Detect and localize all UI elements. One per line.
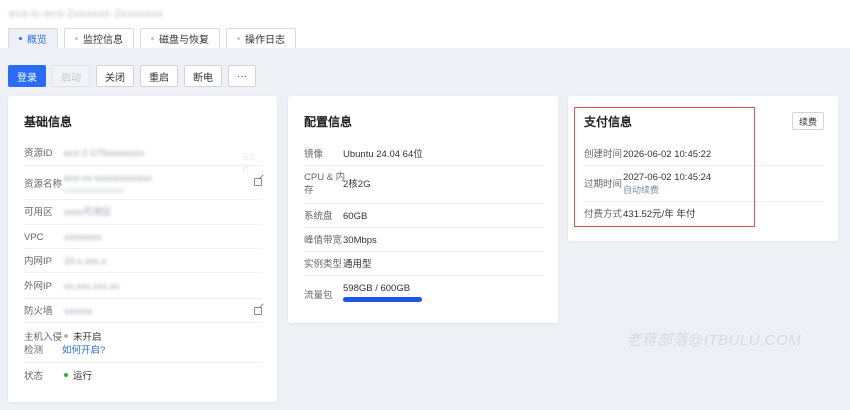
bandwidth-row: 峰值带宽 30Mbps: [304, 228, 544, 252]
system-disk-value: 60GB: [343, 211, 368, 222]
config-info-title: 配置信息: [304, 115, 353, 129]
state-value: 运行: [64, 370, 92, 383]
private-ip-label: 内网IP: [24, 256, 52, 267]
tab-operation-log[interactable]: 操作日志: [226, 28, 296, 48]
tab-label: 操作日志: [245, 35, 285, 46]
more-button[interactable]: ···: [228, 65, 256, 87]
public-ip-row: 外网IP xx.xxx.xxx.xx: [24, 273, 262, 299]
cpu-mem-label-line2: 存: [304, 185, 314, 196]
basic-info-title: 基础信息: [24, 115, 73, 129]
resource-name-sub: xxxxxxxxxxxxxxx: [64, 186, 124, 195]
action-toolbar: 登录 启动 关闭 重启 断电 ···: [8, 65, 262, 87]
instance-type-value: 通用型: [343, 259, 372, 270]
power-off-button[interactable]: 断电: [184, 65, 222, 87]
tab-label: 磁盘与恢复: [159, 35, 209, 46]
zone-row: 可用区 xxxx可用区: [24, 200, 262, 225]
tab-label: 概览: [27, 35, 47, 46]
tab-dot-icon: [151, 37, 154, 40]
cpu-mem-label-line1: CPU & 内: [304, 172, 346, 183]
state-row: 状态 运行: [24, 363, 262, 387]
firewall-value: xxxxxx: [64, 306, 93, 317]
tab-dot-icon: [75, 37, 78, 40]
basic-info-card: 基础信息 资源ID ecs-2-175xxxxxxxx 云主机 资源名称 ecs…: [8, 96, 277, 402]
page-title: ecs-lc-ecs-2xxxxxx-2xxxxxxx: [9, 8, 164, 20]
tab-disk-restore[interactable]: 磁盘与恢复: [140, 28, 220, 48]
cpu-mem-row: CPU & 内 存 2核2G: [304, 166, 544, 204]
intrusion-label-line2: 检测: [24, 345, 44, 356]
status-dot-icon: [64, 373, 68, 378]
tab-dot-icon: [19, 37, 22, 40]
firewall-row: 防火墙 xxxxxx: [24, 299, 262, 323]
restart-button[interactable]: 重启: [140, 65, 178, 87]
firewall-label: 防火墙: [24, 306, 53, 317]
instance-type-row: 实例类型 通用型: [304, 252, 544, 276]
intrusion-label-line1: 主机入侵: [24, 332, 63, 343]
vpc-value: xxxxxxxx: [64, 232, 102, 243]
how-to-enable-link[interactable]: 如何开启?: [62, 344, 105, 357]
instance-type-label: 实例类型: [304, 259, 343, 270]
intrusion-status: 未开启: [64, 331, 102, 344]
system-disk-row: 系统盘 60GB: [304, 204, 544, 228]
top-bar: ecs-lc-ecs-2xxxxxx-2xxxxxxx 概览 监控信息 磁盘与恢…: [0, 0, 850, 48]
intrusion-status-text: 未开启: [73, 332, 102, 343]
start-button: 启动: [52, 65, 90, 87]
edit-icon[interactable]: [254, 307, 262, 315]
state-label: 状态: [24, 371, 44, 382]
close-button[interactable]: 关闭: [96, 65, 134, 87]
config-info-card: 配置信息 镜像 Ubuntu 24.04 64位 CPU & 内 存 2核2G …: [288, 96, 558, 323]
bandwidth-value: 30Mbps: [343, 235, 377, 246]
bandwidth-label: 峰值带宽: [304, 235, 343, 246]
tab-dot-icon: [237, 37, 240, 40]
tab-label: 监控信息: [83, 35, 123, 46]
edit-icon[interactable]: [254, 178, 262, 186]
resource-id-label: 资源ID: [24, 148, 53, 159]
renew-button[interactable]: 续费: [791, 112, 824, 130]
zone-label: 可用区: [24, 207, 53, 218]
image-row: 镜像 Ubuntu 24.04 64位: [304, 142, 544, 166]
tab-monitoring[interactable]: 监控信息: [64, 28, 134, 48]
resource-name-row: 资源名称 ecs-xx-xxxxxxxxxxxx xxxxxxxxxxxxxxx: [24, 166, 262, 200]
zone-value: xxxx可用区: [64, 207, 112, 218]
resource-id-value: ecs-2-175xxxxxxxx: [64, 148, 145, 159]
vpc-row: VPC xxxxxxxx: [24, 225, 262, 249]
traffic-value: 598GB / 600GB: [343, 283, 411, 294]
status-dot-icon: [64, 334, 68, 339]
private-ip-row: 内网IP 10.x.xxx.x: [24, 249, 262, 273]
image-value: Ubuntu 24.04 64位: [343, 149, 423, 160]
public-ip-value: xx.xxx.xxx.xx: [64, 281, 120, 292]
login-button[interactable]: 登录: [8, 65, 46, 87]
image-label: 镜像: [304, 149, 324, 160]
traffic-label: 流量包: [304, 290, 333, 301]
traffic-progress-bar: [343, 297, 422, 302]
resource-id-row: 资源ID ecs-2-175xxxxxxxx 云主机: [24, 142, 262, 174]
state-text: 运行: [73, 371, 93, 382]
traffic-row: 流量包 598GB / 600GB: [304, 276, 544, 308]
resource-name-label: 资源名称: [24, 179, 63, 190]
private-ip-value: 10.x.xxx.x: [64, 256, 107, 267]
intrusion-row: 主机入侵 检测 未开启 如何开启?: [24, 323, 262, 363]
system-disk-label: 系统盘: [304, 211, 333, 222]
watermark-text: 老蒋部落@ITBULU.COM: [626, 332, 802, 349]
payment-highlight-box: [574, 107, 755, 227]
public-ip-label: 外网IP: [24, 281, 52, 292]
cpu-mem-value: 2核2G: [343, 179, 371, 190]
tab-overview[interactable]: 概览: [8, 28, 58, 48]
tab-bar: 概览 监控信息 磁盘与恢复 操作日志: [8, 28, 302, 48]
vpc-label: VPC: [24, 232, 44, 243]
